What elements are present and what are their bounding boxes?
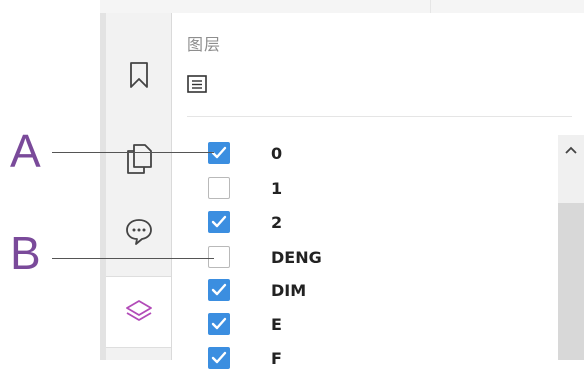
layers-icon bbox=[125, 300, 152, 321]
layer-visibility-checkbox[interactable] bbox=[208, 279, 230, 301]
vertical-scrollbar[interactable] bbox=[558, 135, 584, 360]
layer-name: F bbox=[271, 349, 282, 368]
chevron-up-icon[interactable] bbox=[565, 145, 577, 155]
layers-button[interactable] bbox=[106, 276, 171, 348]
layer-name: 1 bbox=[271, 179, 283, 198]
callout-label-a: A bbox=[10, 125, 41, 177]
callout-line-a bbox=[52, 152, 214, 153]
layer-visibility-checkbox[interactable] bbox=[208, 313, 230, 335]
layer-row-deng: DENG bbox=[208, 244, 538, 272]
layer-row-1: 1 bbox=[208, 175, 538, 203]
layers-panel: 图层 0 1 2 DENG DIM E F bbox=[172, 13, 584, 369]
layer-name: 0 bbox=[271, 144, 283, 163]
layer-row-f: F bbox=[208, 345, 538, 373]
layer-row-e: E bbox=[208, 311, 538, 339]
layer-visibility-checkbox[interactable] bbox=[208, 246, 230, 268]
layer-name: 2 bbox=[271, 213, 283, 232]
pages-icon bbox=[126, 144, 152, 174]
layer-name: DENG bbox=[271, 248, 322, 267]
layer-visibility-checkbox[interactable] bbox=[208, 347, 230, 369]
bookmark-icon bbox=[129, 62, 148, 88]
pages-button[interactable] bbox=[106, 127, 171, 191]
comments-button[interactable] bbox=[106, 199, 171, 263]
layer-name: E bbox=[271, 315, 282, 334]
top-toolbar-strip bbox=[100, 0, 584, 13]
layer-visibility-checkbox[interactable] bbox=[208, 177, 230, 199]
comment-icon bbox=[125, 219, 152, 245]
layer-row-0: 0 bbox=[208, 140, 538, 168]
layer-row-dim: DIM bbox=[208, 277, 538, 305]
layer-options-button[interactable] bbox=[187, 75, 207, 95]
layer-visibility-checkbox[interactable] bbox=[208, 211, 230, 233]
panel-divider bbox=[187, 116, 572, 117]
layer-visibility-checkbox[interactable] bbox=[208, 142, 230, 164]
callout-line-b bbox=[52, 258, 214, 259]
navigation-sidebar bbox=[106, 13, 172, 360]
panel-title: 图层 bbox=[187, 35, 222, 54]
bookmarks-button[interactable] bbox=[106, 43, 171, 107]
scrollbar-thumb[interactable] bbox=[558, 203, 584, 360]
layer-row-2: 2 bbox=[208, 209, 538, 237]
callout-label-b: B bbox=[10, 227, 41, 279]
layer-name: DIM bbox=[271, 281, 307, 300]
list-icon bbox=[187, 75, 207, 93]
